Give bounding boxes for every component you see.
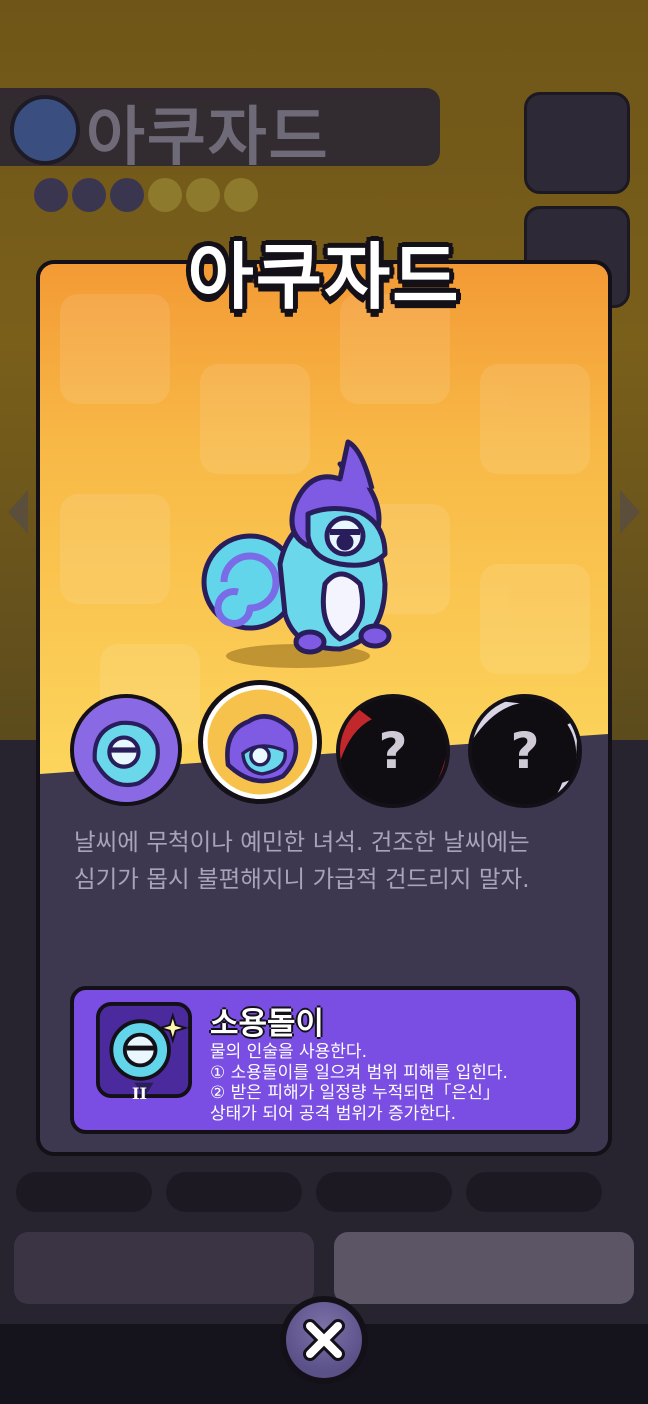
skill-description[interactable]: 물의 인술을 사용한다. ① 소용돌이를 일으켜 범위 피해를 입힌다. ② 받… <box>210 1042 576 1126</box>
skill-level-badge: II <box>132 1084 147 1103</box>
character-description: 날씨에 무척이나 예민한 녀석. 건조한 날씨에는 심기가 몹시 불편해지니 가… <box>74 824 584 898</box>
skill-description-line: 물의 인술을 사용한다. <box>210 1042 367 1062</box>
portrait-3[interactable]: ? <box>336 694 450 808</box>
skill-name: 소용돌이 <box>210 1006 325 1042</box>
background-stat-pill <box>316 1172 452 1212</box>
description-line: 심기가 몹시 불편해지니 가급적 건드리지 말자. <box>74 865 530 893</box>
description-line: 날씨에 무척이나 예민한 녀석. 건조한 날씨에는 <box>74 828 530 856</box>
star-icon <box>186 178 220 212</box>
star-icon <box>148 178 182 212</box>
close-button[interactable] <box>280 1296 368 1384</box>
moon-icon <box>72 178 106 212</box>
character-card: ? ? 날씨에 무척이나 예민한 녀석. 건조한 날씨에는 심기가 몹시 불편해… <box>36 260 612 1156</box>
background-stat-pill <box>166 1172 302 1212</box>
skill-description-line: 상태가 되어 공격 범위가 증가한다. <box>210 1103 456 1124</box>
background-skin-button <box>14 1232 314 1304</box>
moon-icon <box>110 178 144 212</box>
character-name-title: 아쿠자드 <box>187 235 461 319</box>
background-next-arrow <box>620 490 640 534</box>
star-icon <box>224 178 258 212</box>
portrait-2[interactable] <box>198 680 322 804</box>
portrait-1[interactable] <box>70 694 182 806</box>
background-side-button <box>524 92 630 194</box>
skin-portrait-row: ? ? <box>70 680 590 808</box>
background-stat-pill <box>16 1172 152 1212</box>
background-element-icon <box>10 95 80 165</box>
skill-description-line: ① 소용돌이를 일으켜 범위 피해를 입힌다. <box>210 1062 508 1083</box>
locked-question-mark: ? <box>378 722 408 780</box>
portrait-creature-icon <box>74 698 178 802</box>
skill-description-line: ② 받은 피해가 일정량 누적되면「은신」 <box>210 1083 500 1103</box>
moon-icon <box>34 178 68 212</box>
background-star-row <box>34 178 258 212</box>
locked-question-mark: ? <box>510 722 540 780</box>
close-button-face <box>286 1302 362 1378</box>
close-icon <box>303 1319 345 1361</box>
portrait-creature-icon <box>207 689 313 795</box>
skill-panel: II 소용돌이 물의 인술을 사용한다. ① 소용돌이를 일으켜 범위 피해를 … <box>70 986 580 1134</box>
background-title: 아쿠자드 <box>86 101 330 175</box>
portrait-4[interactable]: ? <box>468 694 582 808</box>
background-stat-pill <box>466 1172 602 1212</box>
background-affection-button <box>334 1232 634 1304</box>
background-prev-arrow <box>8 490 28 534</box>
